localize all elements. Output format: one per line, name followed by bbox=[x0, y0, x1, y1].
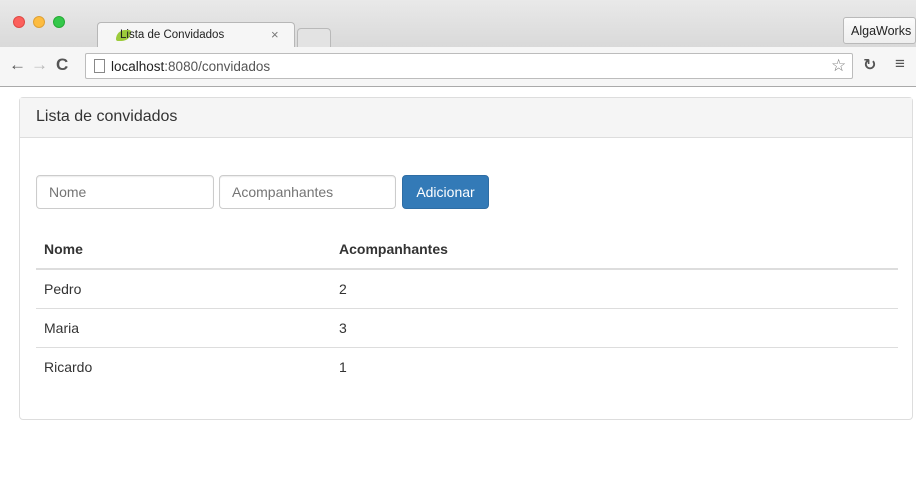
profile-button[interactable]: AlgaWorks bbox=[843, 17, 916, 44]
table-header-row: Nome Acompanhantes bbox=[36, 229, 898, 270]
guest-companions-cell: 1 bbox=[331, 346, 898, 386]
companions-input[interactable] bbox=[219, 175, 396, 209]
column-header-name: Nome bbox=[36, 229, 331, 270]
table-row: Pedro 2 bbox=[36, 269, 898, 308]
browser-toolbar: ← → C localhost:8080/convidados ☆ ↻ ≡ bbox=[0, 47, 916, 87]
guest-companions-cell: 3 bbox=[331, 307, 898, 347]
minimize-window-button[interactable] bbox=[33, 16, 45, 28]
guest-name-cell: Ricardo bbox=[36, 346, 331, 386]
column-header-companions: Acompanhantes bbox=[331, 229, 898, 270]
page-icon bbox=[94, 59, 105, 73]
star-icon[interactable]: ☆ bbox=[831, 56, 846, 76]
name-input[interactable] bbox=[36, 175, 214, 209]
guest-companions-cell: 2 bbox=[339, 280, 347, 297]
extension-icon[interactable]: ↻ bbox=[863, 55, 876, 75]
tab-close-icon[interactable]: × bbox=[271, 27, 279, 42]
guest-name-cell: Maria bbox=[36, 307, 331, 347]
browser-tab-active[interactable]: Lista de Convidados × bbox=[97, 22, 295, 48]
url-text: localhost:8080/convidados bbox=[111, 59, 270, 74]
url-path: :8080/convidados bbox=[164, 59, 271, 74]
reload-icon[interactable]: C bbox=[56, 55, 68, 75]
browser-tab-strip: Lista de Convidados × AlgaWorks bbox=[0, 0, 916, 48]
maximize-window-button[interactable] bbox=[53, 16, 65, 28]
new-tab-button[interactable] bbox=[297, 28, 331, 47]
panel-title: Lista de convidados bbox=[20, 98, 912, 138]
guest-table: Nome Acompanhantes Pedro 2 Maria 3 Ricar… bbox=[36, 229, 898, 386]
forward-arrow-icon[interactable]: → bbox=[31, 55, 48, 75]
url-host: localhost bbox=[111, 59, 165, 74]
tab-title: Lista de Convidados bbox=[120, 29, 225, 41]
table-row: Maria 3 bbox=[36, 307, 898, 347]
guest-name-cell: Pedro bbox=[44, 280, 82, 297]
back-arrow-icon[interactable]: ← bbox=[9, 55, 26, 75]
guest-list-panel: Lista de convidados Adicionar Nome Acomp… bbox=[19, 97, 913, 420]
table-row: Ricardo 1 bbox=[36, 346, 898, 386]
close-window-button[interactable] bbox=[13, 16, 25, 28]
menu-icon[interactable]: ≡ bbox=[895, 54, 905, 74]
add-button[interactable]: Adicionar bbox=[402, 175, 489, 209]
address-bar[interactable]: localhost:8080/convidados ☆ bbox=[85, 53, 853, 79]
